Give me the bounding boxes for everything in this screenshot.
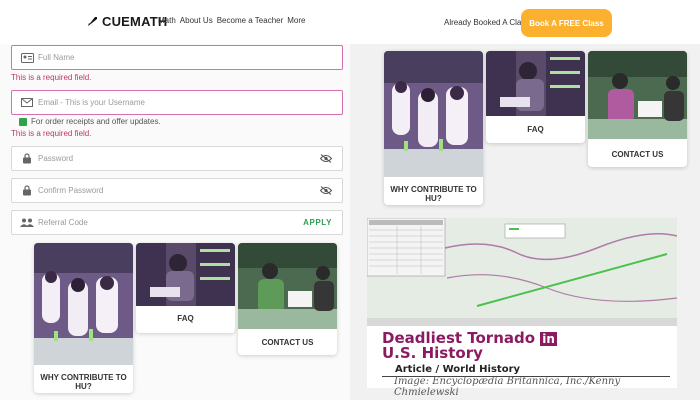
card-label: CONTACT US	[261, 338, 314, 347]
nav-item-about-us[interactable]: About Us	[180, 16, 213, 25]
brand-logo[interactable]: CUEMATH	[86, 14, 167, 29]
full-name-field[interactable]	[11, 45, 343, 70]
lock-icon	[20, 184, 34, 198]
referral-field[interactable]: APPLY	[11, 210, 343, 235]
article-title: Deadliest Tornado in U.S. History	[382, 329, 557, 362]
library-student-image	[486, 51, 585, 116]
card-why-contribute[interactable]: WHY CONTRIBUTE TO HU?	[34, 243, 133, 393]
card-contact-us[interactable]: CONTACT US	[588, 51, 687, 167]
student-laptop-image	[588, 51, 687, 139]
card-label: WHY CONTRIBUTE TO HU?	[40, 373, 127, 391]
lab-students-image	[384, 51, 483, 177]
card-label: FAQ	[177, 314, 194, 323]
lock-icon	[20, 152, 34, 166]
password-field[interactable]	[11, 146, 343, 171]
page: CUEMATH Math About Us Become a Teacher M…	[0, 0, 700, 400]
email-hint: For order receipts and offer updates.	[19, 117, 161, 126]
main-nav: Math About Us Become a Teacher More	[158, 16, 306, 25]
nav-item-more[interactable]: More	[287, 16, 305, 25]
student-laptop-image	[238, 243, 337, 329]
eye-off-icon[interactable]	[320, 186, 332, 195]
email-field[interactable]	[11, 90, 343, 115]
confirm-password-field[interactable]	[11, 178, 343, 203]
tornado-map-image	[367, 218, 677, 326]
apply-button[interactable]: APPLY	[303, 218, 332, 227]
article-subtitle: Article / World History	[395, 364, 521, 375]
id-card-icon	[20, 51, 34, 65]
email-error: This is a required field.	[11, 129, 92, 138]
email-hint-text: For order receipts and offer updates.	[31, 117, 161, 126]
lab-students-image	[34, 243, 133, 365]
referral-input[interactable]	[38, 218, 304, 227]
card-faq[interactable]: FAQ	[136, 243, 235, 333]
article-card[interactable]: Deadliest Tornado in U.S. History Articl…	[367, 218, 677, 398]
password-input[interactable]	[38, 154, 320, 163]
whatsapp-icon	[19, 117, 27, 126]
card-label: WHY CONTRIBUTE TO HU?	[390, 185, 477, 203]
article-credit: Image: Encyclopædia Britannica, Inc./Ken…	[394, 376, 621, 398]
eye-off-icon[interactable]	[320, 154, 332, 163]
library-student-image	[136, 243, 235, 306]
site-header: CUEMATH Math About Us Become a Teacher M…	[0, 0, 700, 44]
envelope-icon	[20, 96, 34, 110]
card-faq[interactable]: FAQ	[486, 51, 585, 143]
users-icon	[20, 216, 34, 230]
nav-item-become-teacher[interactable]: Become a Teacher	[217, 16, 284, 25]
full-name-input[interactable]	[38, 53, 342, 62]
nav-item-math[interactable]: Math	[158, 16, 176, 25]
card-why-contribute[interactable]: WHY CONTRIBUTE TO HU?	[384, 51, 483, 205]
card-contact-us[interactable]: CONTACT US	[238, 243, 337, 355]
confirm-password-input[interactable]	[38, 186, 320, 195]
rocket-icon	[88, 16, 97, 26]
card-label: FAQ	[527, 125, 544, 134]
card-label: CONTACT US	[611, 150, 664, 159]
email-input[interactable]	[38, 98, 342, 107]
book-free-class-button[interactable]: Book A FREE Class	[521, 9, 612, 37]
full-name-error: This is a required field.	[11, 73, 92, 82]
